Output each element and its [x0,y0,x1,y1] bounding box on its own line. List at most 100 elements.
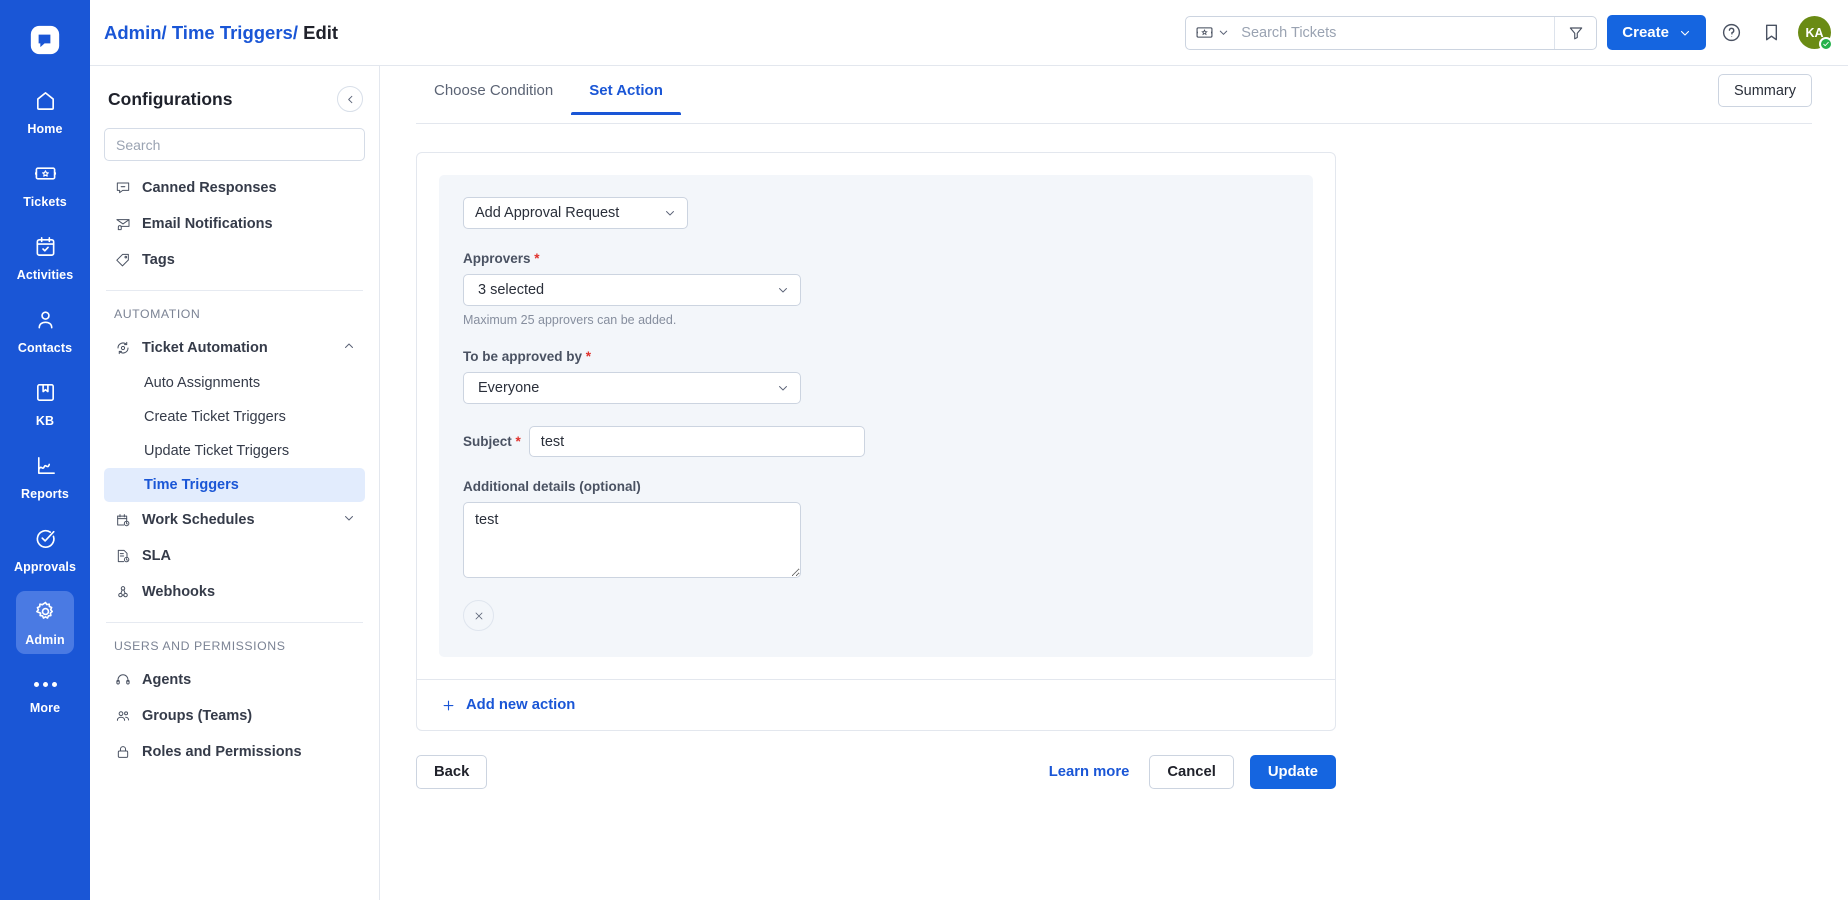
action-type-select[interactable]: Add Approval Request [463,197,688,229]
tab-choose-condition[interactable]: Choose Condition [416,82,571,114]
create-button-label: Create [1622,24,1669,41]
rail-label: Home [27,122,63,136]
help-button[interactable] [1716,18,1746,48]
cancel-button-label: Cancel [1167,764,1216,780]
sidebar-item-label: Agents [142,672,192,688]
configurations-sidebar: Configurations Canned Responses [90,66,380,900]
rail-label: KB [35,414,55,428]
remove-action-button[interactable] [463,600,494,631]
gear-icon [34,600,57,628]
sidebar-item-tags[interactable]: Tags [104,242,365,278]
additional-details-field: Additional details (optional) [463,479,1289,578]
breadcrumb-time-triggers[interactable]: Time Triggers/ [167,22,298,43]
subject-input[interactable] [528,426,865,457]
rail-label: Reports [21,487,69,501]
approvers-field: Approvers * 3 selected Maximum 25 approv… [463,251,1289,327]
approvers-label: Approvers * [463,251,1289,266]
additional-details-textarea[interactable] [463,502,801,578]
approved-by-select[interactable]: Everyone [463,372,801,404]
rail-item-tickets[interactable]: Tickets [16,153,74,216]
sidebar-item-label: Create Ticket Triggers [144,409,286,425]
chevron-down-icon [666,211,674,216]
sidebar-section-users: USERS AND PERMISSIONS [114,639,286,653]
sidebar-item-groups[interactable]: Groups (Teams) [104,698,365,734]
sidebar-item-webhooks[interactable]: Webhooks [104,574,365,610]
home-icon [34,89,57,117]
sidebar-item-label: Update Ticket Triggers [144,443,290,459]
subject-label: Subject * [463,434,521,449]
sidebar-item-email-notifications[interactable]: Email Notifications [104,206,365,242]
back-button[interactable]: Back [416,755,488,789]
sidebar-collapse-button[interactable] [337,86,363,112]
rail-item-contacts[interactable]: Contacts [16,299,74,362]
approvers-label-text: Approvers [463,251,531,266]
sidebar-item-agents[interactable]: Agents [104,662,365,698]
sidebar-item-sla[interactable]: SLA [104,538,365,574]
approvers-value: 3 selected [478,282,545,298]
tab-set-action[interactable]: Set Action [571,82,681,115]
rail-label: More [29,701,61,715]
bookmark-button[interactable] [1756,18,1786,48]
sidebar-item-roles-permissions[interactable]: Roles and Permissions [104,734,365,770]
breadcrumb-admin[interactable]: Admin/ [104,22,167,43]
rail-item-admin[interactable]: Admin [16,591,74,654]
check-icon [1823,41,1829,47]
main-inner: Choose Condition Set Action Summary Add … [380,66,1848,900]
check-circle-icon [34,527,57,555]
rail-item-home[interactable]: Home [16,80,74,143]
rail-item-activities[interactable]: Activities [16,226,74,289]
sidebar-item-create-ticket-triggers[interactable]: Create Ticket Triggers [104,400,365,434]
chevron-down-icon [1220,30,1228,36]
wizard-tabs: Choose Condition Set Action Summary [416,66,1812,124]
primary-nav-rail: Home Tickets Activities Contacts KB Repo… [0,0,90,900]
create-button[interactable]: Create [1607,15,1706,50]
sidebar-item-auto-assignments[interactable]: Auto Assignments [104,366,365,400]
approvers-select[interactable]: 3 selected [463,274,801,306]
form-footer: Back Learn more Cancel Update [416,755,1336,789]
tab-label: Choose Condition [434,82,554,99]
chevron-down-icon [343,512,355,528]
avatar[interactable]: KA [1798,16,1833,51]
add-new-action-label: Add new action [466,697,576,713]
avatar-initials: KA [1805,25,1824,40]
rail-item-reports[interactable]: Reports [16,445,74,508]
email-bell-icon [114,216,131,233]
update-button[interactable]: Update [1249,755,1336,789]
search-scope-selector[interactable] [1186,26,1237,39]
app-logo-icon[interactable] [23,18,67,62]
update-button-label: Update [1267,764,1318,780]
sidebar-item-canned-responses[interactable]: Canned Responses [104,170,365,206]
lock-icon [114,744,131,761]
add-new-action-button[interactable]: Add new action [417,679,1335,730]
calendar-icon [34,235,57,263]
sidebar-item-work-schedules[interactable]: Work Schedules [104,502,365,538]
rail-label: Approvals [13,560,77,574]
sidebar-top-list: Canned Responses Email Notifications Tag… [104,170,365,278]
sidebar-item-label: Webhooks [142,584,216,600]
sidebar-title: Configurations [108,88,233,109]
search-input[interactable] [1237,24,1555,41]
sidebar-item-time-triggers[interactable]: Time Triggers [104,468,365,502]
summary-button[interactable]: Summary [1717,74,1812,107]
sidebar-item-ticket-automation[interactable]: Ticket Automation [104,330,365,366]
rail-item-more[interactable]: More [16,664,74,722]
approved-by-field: To be approved by * Everyone [463,349,1289,404]
search-filter-button[interactable] [1554,16,1596,49]
rail-label: Tickets [23,195,67,209]
cancel-button[interactable]: Cancel [1149,755,1234,789]
rail-item-kb[interactable]: KB [16,372,74,435]
status-badge [1819,37,1833,51]
sidebar-item-update-ticket-triggers[interactable]: Update Ticket Triggers [104,434,365,468]
chevron-up-icon [343,340,355,356]
breadcrumb-current: Edit [297,21,339,43]
learn-more-link[interactable]: Learn more [1049,764,1130,780]
rail-label: Contacts [17,341,73,355]
rail-item-approvals[interactable]: Approvals [13,518,77,581]
sidebar-item-label: Work Schedules [142,512,255,528]
sidebar-search-input[interactable] [104,128,365,161]
actions-card: Add Approval Request Approvers * 3 selec… [416,152,1336,731]
sla-icon [114,548,131,565]
action-block: Add Approval Request Approvers * 3 selec… [439,175,1313,657]
tag-icon [114,252,131,269]
tab-label: Set Action [589,82,663,99]
